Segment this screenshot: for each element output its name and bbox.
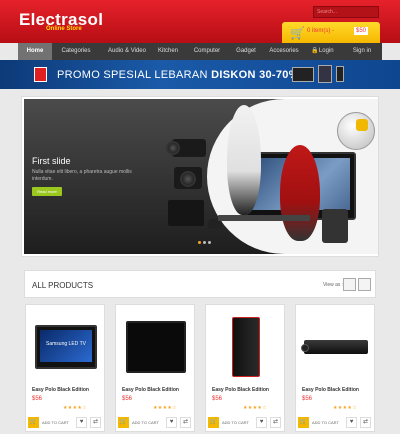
compare-icon[interactable]: ⇄ [90,417,101,428]
list-view-button[interactable] [358,278,371,291]
cart-total-price: $50 [354,27,369,35]
soccer-player-white [227,105,261,215]
product-actions: 🛒 ADD TO CART ♥ ⇄ [298,417,374,428]
read-more-button[interactable]: Read more [32,187,62,196]
product-price: $56 [302,396,313,402]
product-price: $56 [122,396,133,402]
tablet-image [318,65,332,83]
phone-image [336,66,344,82]
slide-description: Nulla vitae elit libero, a pharetra augu… [32,169,132,182]
promo-banner[interactable]: PROMO SPESIAL LEBARAN DISKON 30-70% [0,60,400,89]
slider-dot-3[interactable] [208,241,211,244]
soccer-player-red [280,145,320,241]
add-to-cart-icon[interactable]: 🛒 [208,417,219,428]
product-image [212,311,280,383]
nav-item-gadget[interactable]: Gadget [232,43,260,60]
grid-view-button[interactable] [343,278,356,291]
slider-pagination[interactable] [198,240,213,246]
add-to-cart-icon[interactable]: 🛒 [118,417,129,428]
main-nav: Home Categories Audio & Video Kitchen Co… [18,43,382,60]
product-actions: 🛒 ADD TO CART ♥ ⇄ [28,417,104,428]
add-to-cart-button[interactable]: ADD TO CART [312,420,339,425]
login-link[interactable]: 🔒Login [309,43,336,60]
product-price: $56 [212,396,223,402]
dslr-camera-image [174,167,202,189]
compare-icon[interactable]: ⇄ [270,417,281,428]
compare-icon[interactable]: ⇄ [360,417,371,428]
black-tv-image [126,321,186,373]
product-rating: ★★★★☆ [333,405,357,411]
speaker-image [322,209,348,243]
product-image [122,311,190,383]
wishlist-heart-icon[interactable]: ♥ [346,417,357,428]
add-to-cart-button[interactable]: ADD TO CART [222,420,249,425]
header: Electrasol Online Store Search... 🛒 0 it… [0,0,400,43]
wishlist-heart-icon[interactable]: ♥ [76,417,87,428]
product-name[interactable]: Easy Polo Black Edition [32,387,89,393]
nav-item-accesories[interactable]: Accesories [266,43,302,60]
camcorder-image [166,139,206,157]
add-to-cart-button[interactable]: ADD TO CART [42,420,69,425]
game-console-image [168,200,204,226]
product-rating: ★★★★☆ [63,405,87,411]
dvd-player-image [301,340,368,354]
nav-item-audio-video[interactable]: Audio & Video [101,43,153,60]
nav-item-home[interactable]: Home [18,43,52,60]
nav-item-kitchen[interactable]: Kitchen [154,43,182,60]
hero-slider[interactable]: First slide Nulla vitae elit libero, a p… [21,96,379,257]
tv-screen-label: Samsung LED TV [40,330,92,362]
product-card[interactable]: Samsung LED TV Easy Polo Black Edition $… [25,304,105,432]
product-actions: 🛒 ADD TO CART ♥ ⇄ [118,417,194,428]
nav-item-computer[interactable]: Computer [190,43,224,60]
product-image: Samsung LED TV [32,311,100,383]
cart-button[interactable]: 🛒 0 item(s) - $50 [282,22,380,43]
view-as-label: View as : [323,282,344,288]
cart-item-count: 0 item(s) - [307,28,334,34]
product-actions: 🛒 ADD TO CART ♥ ⇄ [208,417,284,428]
product-name[interactable]: Easy Polo Black Edition [122,387,179,393]
tv-stand [218,215,310,221]
led-tv-image: Samsung LED TV [35,325,97,369]
shopping-bag-icon [34,67,47,82]
product-card[interactable]: Easy Polo Black Edition $56 ★★★★☆ 🛒 ADD … [205,304,285,432]
products-header: ALL PRODUCTS View as : [24,270,376,298]
add-to-cart-button[interactable]: ADD TO CART [132,420,159,425]
product-rating: ★★★★☆ [153,405,177,411]
slider-dot-1[interactable] [198,241,201,244]
promo-text: PROMO SPESIAL LEBARAN DISKON 30-70% [57,69,299,81]
product-card[interactable]: Easy Polo Black Edition $56 ★★★★☆ 🛒 ADD … [115,304,195,432]
wishlist-heart-icon[interactable]: ♥ [256,417,267,428]
slider-dot-2[interactable] [203,241,206,244]
product-image [301,311,370,383]
search-input[interactable]: Search... [313,6,379,18]
cart-icon: 🛒 [290,26,305,40]
football-image [337,112,375,150]
product-name[interactable]: Easy Polo Black Edition [302,387,359,393]
compare-icon[interactable]: ⇄ [180,417,191,428]
wishlist-heart-icon[interactable]: ♥ [166,417,177,428]
product-rating: ★★★★☆ [243,405,267,411]
pc-tower-image [232,317,260,377]
nav-item-categories[interactable]: Categories [56,43,96,60]
add-to-cart-icon[interactable]: 🛒 [28,417,39,428]
laptop-image [292,67,314,82]
product-card[interactable]: Easy Polo Black Edition $56 ★★★★☆ 🛒 ADD … [295,304,375,432]
add-to-cart-icon[interactable]: 🛒 [298,417,309,428]
section-title: ALL PRODUCTS [32,281,94,290]
product-name[interactable]: Easy Polo Black Edition [212,387,269,393]
product-price: $56 [32,396,43,402]
signin-link[interactable]: Sign in [348,43,376,60]
logo-subtitle: Online Store [46,26,82,32]
slide-title: First slide [32,156,71,166]
